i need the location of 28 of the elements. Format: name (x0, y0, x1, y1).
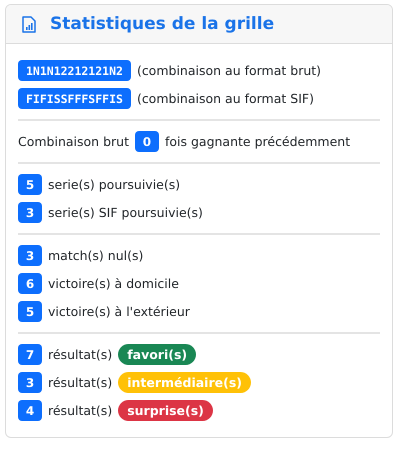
result-tag: favori(s) (118, 344, 196, 365)
count-badge: 7 (18, 344, 42, 365)
card-title: Statistiques de la grille (50, 14, 274, 34)
stat-label: match(s) nul(s) (48, 248, 144, 263)
stat-label: victoire(s) à domicile (48, 276, 179, 291)
combination-label: Combinaison brut (18, 134, 129, 149)
format-label: (combinaison au format brut) (136, 63, 322, 78)
count-badge: 4 (18, 400, 42, 421)
count-badge: 3 (18, 372, 42, 393)
stat-label: serie(s) poursuivie(s) (48, 177, 180, 192)
format-label: (combinaison au format SIF) (136, 91, 314, 106)
code-badge: 1N1N12212121N2 (18, 60, 131, 81)
result-label: résultat(s) (48, 375, 112, 390)
stat-label: serie(s) SIF poursuivie(s) (48, 205, 203, 220)
stat-label: victoire(s) à l'extérieur (48, 304, 190, 319)
count-badge: 5 (18, 301, 42, 322)
result-label: résultat(s) (48, 403, 112, 418)
count-badge: 6 (18, 273, 42, 294)
result-tag: intermédiaire(s) (118, 372, 251, 393)
wins-label: fois gagnante précédemment (164, 134, 350, 149)
count-badge: 5 (18, 174, 42, 195)
code-badge: FIFISSFFFSFFIS (18, 88, 131, 109)
result-label: résultat(s) (48, 347, 112, 362)
result-tag: surprise(s) (118, 400, 213, 421)
count-badge: 3 (18, 245, 42, 266)
count-badge: 0 (134, 131, 159, 152)
count-badge: 3 (18, 202, 42, 223)
chart-document-icon (22, 16, 36, 32)
